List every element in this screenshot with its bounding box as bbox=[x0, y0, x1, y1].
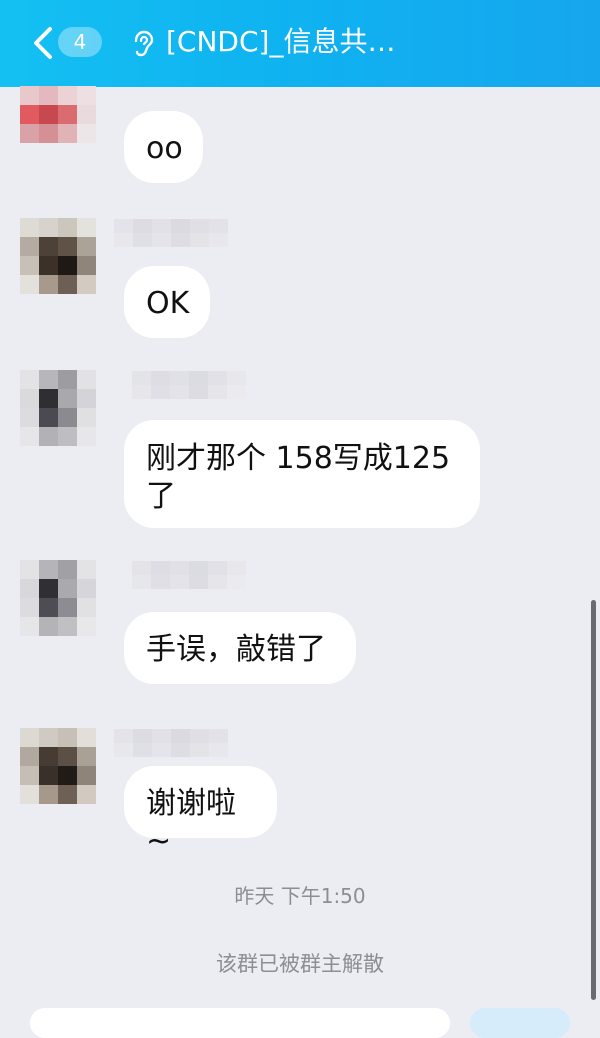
avatar[interactable] bbox=[20, 86, 96, 143]
ear-icon[interactable] bbox=[131, 30, 155, 58]
message-bubble[interactable]: 谢谢啦~ bbox=[124, 766, 277, 859]
message-input[interactable] bbox=[30, 1008, 450, 1038]
scrollbar-thumb[interactable] bbox=[591, 600, 596, 1000]
avatar[interactable] bbox=[20, 218, 96, 294]
sender-name bbox=[114, 219, 228, 247]
chevron-left-icon[interactable] bbox=[30, 26, 56, 60]
chat-title: [CNDC]_信息共… bbox=[166, 25, 396, 58]
avatar[interactable] bbox=[20, 728, 96, 804]
message-bubble[interactable]: oo bbox=[124, 111, 203, 183]
message-timestamp: 昨天 下午1:50 bbox=[234, 884, 366, 908]
send-button[interactable] bbox=[470, 1008, 570, 1038]
sender-name bbox=[132, 561, 246, 589]
system-notice: 该群已被群主解散 bbox=[216, 952, 384, 976]
title-bar: 4 [CNDC]_信息共… bbox=[0, 0, 600, 87]
avatar[interactable] bbox=[20, 370, 96, 446]
message-bubble[interactable]: 手误，敲错了 bbox=[124, 612, 356, 684]
message-text-line: 了 bbox=[146, 479, 176, 514]
sender-name bbox=[132, 371, 246, 399]
sender-name bbox=[114, 729, 228, 757]
message-bubble[interactable]: 刚才那个 158写成125 了 bbox=[124, 420, 480, 528]
avatar[interactable] bbox=[20, 560, 96, 636]
unread-count-badge[interactable]: 4 bbox=[58, 27, 102, 57]
message-text-line: 刚才那个 158写成125 bbox=[146, 441, 451, 476]
message-bubble[interactable]: OK bbox=[124, 266, 210, 338]
